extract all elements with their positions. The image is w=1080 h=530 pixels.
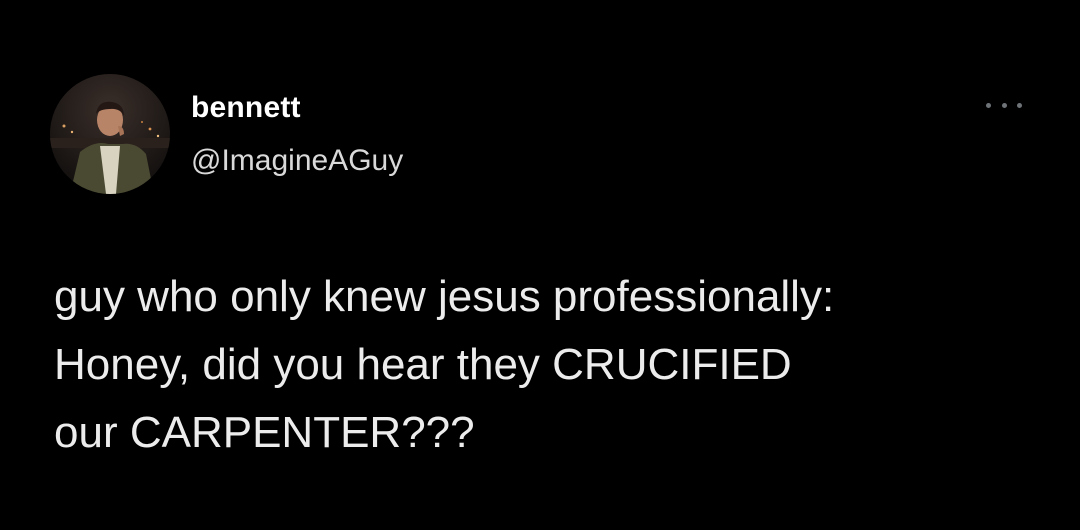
more-horizontal-icon[interactable] — [986, 93, 1022, 117]
dot — [1017, 102, 1022, 108]
dot — [986, 102, 991, 108]
tweet-text-line: our CARPENTER??? — [54, 408, 475, 457]
tweet-card: bennett @ImagineAGuy guy who only knew j… — [0, 0, 1080, 530]
tweet-text: guy who only knew jesus professionally: … — [54, 263, 1064, 467]
profile-photo — [50, 74, 170, 194]
dot — [1001, 102, 1007, 108]
user-handle[interactable]: @ImagineAGuy — [191, 143, 403, 179]
tweet-text-line: Honey, did you hear they CRUCIFIED — [54, 340, 792, 389]
tweet-text-line: guy who only knew jesus professionally: — [54, 272, 835, 321]
avatar[interactable] — [50, 74, 170, 194]
display-name[interactable]: bennett — [191, 90, 301, 126]
